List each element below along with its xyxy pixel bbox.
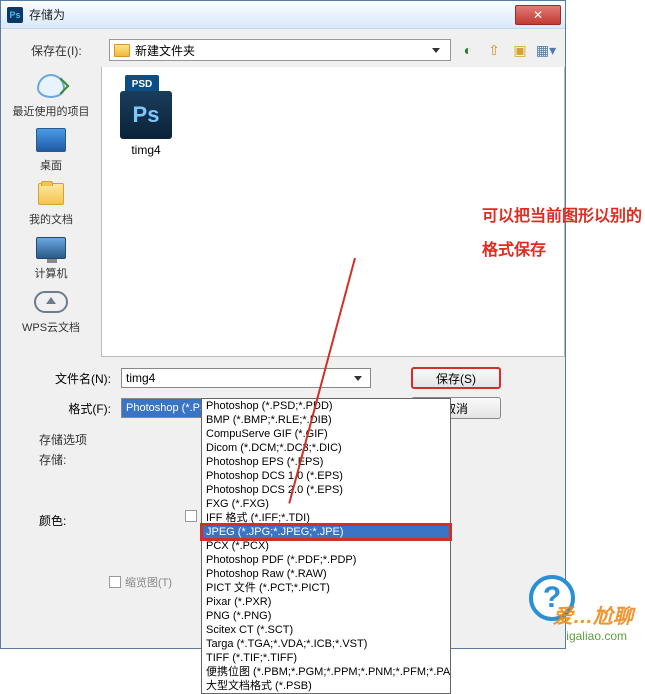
format-option[interactable]: PCX (*.PCX)	[202, 539, 450, 553]
app-icon: Ps	[7, 7, 23, 23]
watermark-url: igaliao.com	[566, 629, 627, 643]
format-option[interactable]: Pixar (*.PXR)	[202, 595, 450, 609]
format-label: 格式(F):	[41, 400, 111, 417]
format-option[interactable]: PNG (*.PNG)	[202, 609, 450, 623]
format-option[interactable]: IFF 格式 (*.IFF;*.TDI)	[202, 511, 450, 525]
format-option-checkbox[interactable]	[185, 510, 197, 522]
sidebar-item-computer[interactable]: 计算机	[6, 233, 96, 281]
up-icon[interactable]: ⇧	[485, 41, 503, 59]
format-option[interactable]: FXG (*.FXG)	[202, 497, 450, 511]
cloud-icon	[34, 291, 68, 313]
thumbnail-checkbox[interactable]	[109, 576, 121, 588]
chevron-down-icon	[354, 376, 362, 381]
format-option[interactable]: Photoshop EPS (*.EPS)	[202, 455, 450, 469]
save-button[interactable]: 保存(S)	[411, 367, 501, 389]
computer-icon	[36, 237, 66, 259]
format-option[interactable]: JPEG (*.JPG;*.JPEG;*.JPE)	[202, 525, 450, 539]
color-label: 颜色:	[39, 512, 66, 529]
format-option[interactable]: 大型文档格式 (*.PSB)	[202, 679, 450, 693]
view-icon[interactable]: ▦▾	[537, 41, 555, 59]
format-option[interactable]: Photoshop Raw (*.RAW)	[202, 567, 450, 581]
sidebar-item-recent[interactable]: 最近使用的项目	[6, 71, 96, 119]
store-label: 存储:	[39, 452, 87, 468]
format-option[interactable]: TIFF (*.TIF;*.TIFF)	[202, 651, 450, 665]
sidebar-item-desktop[interactable]: 桌面	[6, 125, 96, 173]
new-folder-icon[interactable]: ▣	[511, 41, 529, 59]
format-option[interactable]: Photoshop DCS 1.0 (*.EPS)	[202, 469, 450, 483]
format-option[interactable]: PICT 文件 (*.PCT;*.PICT)	[202, 581, 450, 595]
format-option[interactable]: Photoshop (*.PSD;*.PDD)	[202, 399, 450, 413]
format-options-list[interactable]: Photoshop (*.PSD;*.PDD)BMP (*.BMP;*.RLE;…	[201, 398, 451, 694]
location-dropdown[interactable]: 新建文件夹	[109, 39, 451, 61]
format-option[interactable]: BMP (*.BMP;*.RLE;*.DIB)	[202, 413, 450, 427]
sidebar-item-documents[interactable]: 我的文档	[6, 179, 96, 227]
location-text: 新建文件夹	[135, 42, 195, 59]
watermark-brand: 爱…尬聊	[553, 600, 633, 629]
chevron-down-icon	[432, 48, 440, 53]
annotation-text: 可以把当前图形以别的 格式保存	[482, 200, 642, 268]
title-bar: Ps 存储为 ✕	[1, 1, 565, 29]
documents-icon	[38, 183, 64, 205]
storage-section-title: 存储选项	[39, 432, 87, 448]
format-option[interactable]: Dicom (*.DCM;*.DC3;*.DIC)	[202, 441, 450, 455]
format-option[interactable]: CompuServe GIF (*.GIF)	[202, 427, 450, 441]
thumbnail-label: 缩览图(T)	[125, 574, 172, 590]
file-item[interactable]: PSD Ps timg4	[110, 75, 182, 157]
close-button[interactable]: ✕	[515, 5, 561, 25]
psd-file-icon: PSD Ps	[120, 75, 172, 139]
format-option[interactable]: Photoshop DCS 2.0 (*.EPS)	[202, 483, 450, 497]
file-name: timg4	[131, 143, 160, 157]
back-icon[interactable]: ◐	[459, 41, 477, 59]
places-sidebar: 最近使用的项目 桌面 我的文档 计算机 WPS云文档	[1, 67, 101, 357]
format-option[interactable]: Scitex CT (*.SCT)	[202, 623, 450, 637]
save-in-label: 保存在(I):	[31, 42, 101, 59]
desktop-icon	[36, 128, 66, 152]
sidebar-item-cloud[interactable]: WPS云文档	[6, 287, 96, 335]
filename-input[interactable]: timg4	[121, 368, 371, 388]
folder-icon	[114, 44, 130, 57]
dialog-title: 存储为	[29, 6, 515, 23]
format-option[interactable]: 便携位图 (*.PBM;*.PGM;*.PPM;*.PNM;*.PFM;*.PA…	[202, 665, 450, 679]
filename-label: 文件名(N):	[41, 370, 111, 387]
recent-icon	[37, 74, 65, 98]
format-option[interactable]: Photoshop PDF (*.PDF;*.PDP)	[202, 553, 450, 567]
